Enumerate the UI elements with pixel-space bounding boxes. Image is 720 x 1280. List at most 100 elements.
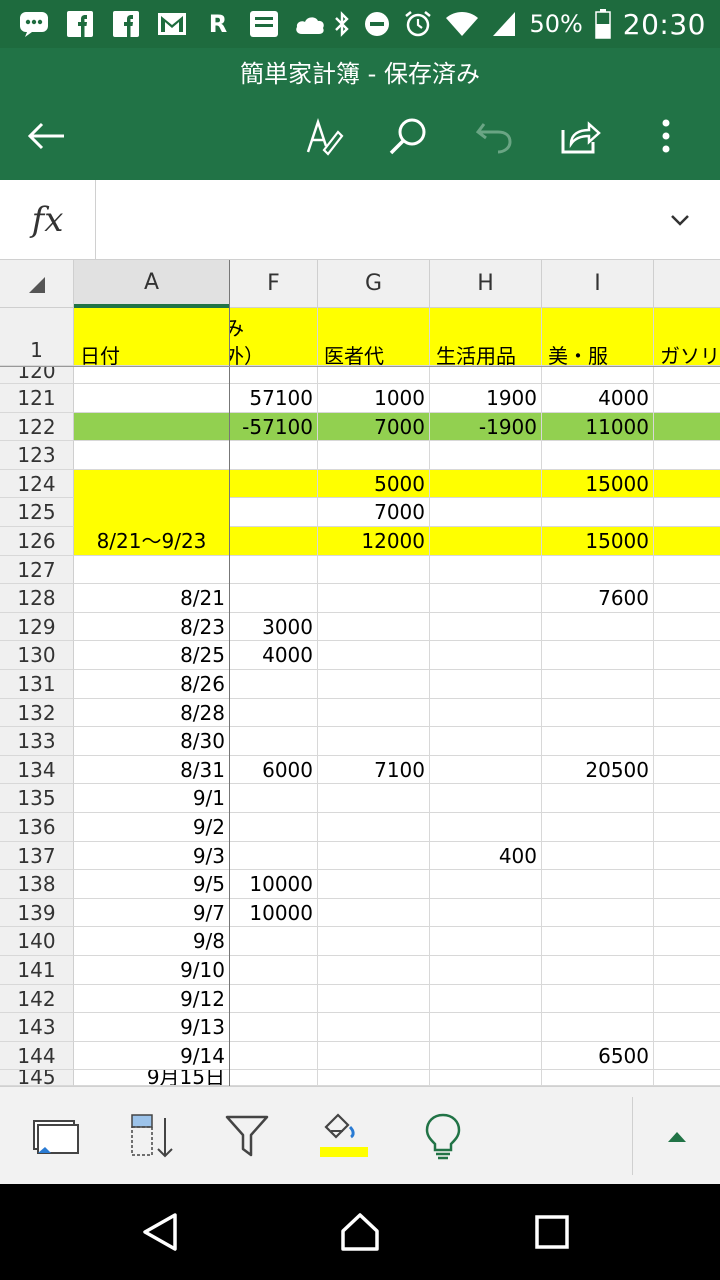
cell-i131[interactable] (542, 670, 654, 699)
cell-f132[interactable] (230, 698, 318, 728)
cell-f135[interactable] (230, 784, 318, 813)
cell-h131[interactable] (430, 670, 542, 699)
row-header-142[interactable]: 142 (0, 984, 74, 1014)
cell-g125[interactable]: 7000 (318, 498, 430, 527)
cell-j141[interactable] (654, 956, 720, 985)
cell-h135[interactable] (430, 784, 542, 813)
recents-nav-icon[interactable] (528, 1208, 576, 1256)
cell-h137[interactable]: 400 (430, 841, 542, 871)
cell-j125[interactable] (654, 498, 720, 527)
cell-f1[interactable]: み 外） (230, 308, 318, 366)
cell-g145[interactable] (318, 1070, 430, 1086)
row-header-121[interactable]: 121 (0, 384, 74, 413)
cell-g138[interactable] (318, 870, 430, 899)
cell-f127[interactable] (230, 555, 318, 585)
cell-a143[interactable]: 9/13 (74, 1013, 230, 1042)
cell-i144[interactable]: 6500 (542, 1041, 654, 1071)
cell-f143[interactable] (230, 1013, 318, 1042)
cell-j124[interactable] (654, 469, 720, 499)
row-header-144[interactable]: 144 (0, 1041, 74, 1071)
cell-i126[interactable]: 15000 (542, 527, 654, 556)
cell-g135[interactable] (318, 784, 430, 813)
cell-j130[interactable] (654, 641, 720, 670)
row-header-139[interactable]: 139 (0, 898, 74, 928)
cell-f140[interactable] (230, 927, 318, 956)
cell-a126[interactable]: 8/21～9/23 (74, 527, 230, 556)
home-nav-icon[interactable] (336, 1208, 384, 1256)
cell-a140[interactable]: 9/8 (74, 927, 230, 956)
cell-g141[interactable] (318, 956, 430, 985)
cell-f138[interactable]: 10000 (230, 870, 318, 899)
cell-g131[interactable] (318, 670, 430, 699)
lightbulb-icon[interactable] (418, 1111, 468, 1161)
cell-h144[interactable] (430, 1041, 542, 1071)
row-header-126[interactable]: 126 (0, 527, 74, 556)
cell-g1[interactable]: 医者代 (318, 308, 430, 366)
row-header-131[interactable]: 131 (0, 670, 74, 699)
filter-icon[interactable] (222, 1111, 272, 1161)
row-header-122[interactable]: 122 (0, 412, 74, 442)
cell-g144[interactable] (318, 1041, 430, 1071)
cell-h130[interactable] (430, 641, 542, 670)
cell-f142[interactable] (230, 984, 318, 1014)
cell-a129[interactable]: 8/23 (74, 612, 230, 642)
cell-a139[interactable]: 9/7 (74, 898, 230, 928)
cell-a120[interactable] (74, 366, 230, 384)
cell-i139[interactable] (542, 898, 654, 928)
cell-h133[interactable] (430, 727, 542, 756)
cell-j122[interactable] (654, 412, 720, 442)
row-header-130[interactable]: 130 (0, 641, 74, 670)
cell-f128[interactable] (230, 584, 318, 613)
cell-h1[interactable]: 生活用品 (430, 308, 542, 366)
cell-a132[interactable]: 8/28 (74, 698, 230, 728)
column-header-i[interactable]: I (542, 260, 654, 308)
cell-j134[interactable] (654, 756, 720, 785)
cell-a134[interactable]: 8/31 (74, 755, 230, 785)
cell-i138[interactable] (542, 870, 654, 899)
cell-j123[interactable] (654, 441, 720, 470)
cell-g132[interactable] (318, 698, 430, 728)
cell-a128[interactable]: 8/21 (74, 584, 230, 613)
cell-i132[interactable] (542, 698, 654, 728)
row-header-125[interactable]: 125 (0, 498, 74, 527)
row-header-143[interactable]: 143 (0, 1013, 74, 1042)
cell-f121[interactable]: 57100 (230, 384, 318, 413)
row-header-140[interactable]: 140 (0, 927, 74, 956)
cell-i120[interactable] (542, 366, 654, 384)
cell-i123[interactable] (542, 441, 654, 470)
cell-h139[interactable] (430, 898, 542, 928)
cell-a122[interactable] (74, 412, 230, 442)
row-header-138[interactable]: 138 (0, 870, 74, 899)
cell-a145[interactable]: 9月15日 (74, 1070, 230, 1086)
cell-f134[interactable]: 6000 (230, 755, 318, 785)
column-header-a[interactable]: A (74, 260, 230, 308)
cell-j126[interactable] (654, 527, 720, 556)
cell-i124[interactable]: 15000 (542, 469, 654, 499)
cell-h129[interactable] (430, 612, 542, 642)
cell-j142[interactable] (654, 985, 720, 1014)
cell-j127[interactable] (654, 556, 720, 585)
expand-up-icon[interactable] (652, 1111, 702, 1161)
cell-i135[interactable] (542, 784, 654, 813)
cell-f129[interactable]: 3000 (230, 612, 318, 642)
cell-a121[interactable] (74, 384, 230, 413)
share-icon[interactable] (556, 112, 604, 160)
cell-f139[interactable]: 10000 (230, 898, 318, 928)
cell-g126[interactable]: 12000 (318, 527, 430, 556)
row-header-141[interactable]: 141 (0, 956, 74, 985)
cell-j135[interactable] (654, 784, 720, 813)
cell-i141[interactable] (542, 956, 654, 985)
row-header-134[interactable]: 134 (0, 755, 74, 785)
cell-g123[interactable] (318, 441, 430, 470)
cell-j129[interactable] (654, 613, 720, 642)
cell-h120[interactable] (430, 366, 542, 384)
cell-h136[interactable] (430, 813, 542, 842)
cell-j139[interactable] (654, 899, 720, 928)
cell-f144[interactable] (230, 1041, 318, 1071)
cell-g137[interactable] (318, 841, 430, 871)
cell-a135[interactable]: 9/1 (74, 784, 230, 813)
cell-j140[interactable] (654, 927, 720, 956)
cell-f136[interactable] (230, 813, 318, 842)
undo-icon[interactable] (470, 112, 518, 160)
row-header-129[interactable]: 129 (0, 612, 74, 642)
